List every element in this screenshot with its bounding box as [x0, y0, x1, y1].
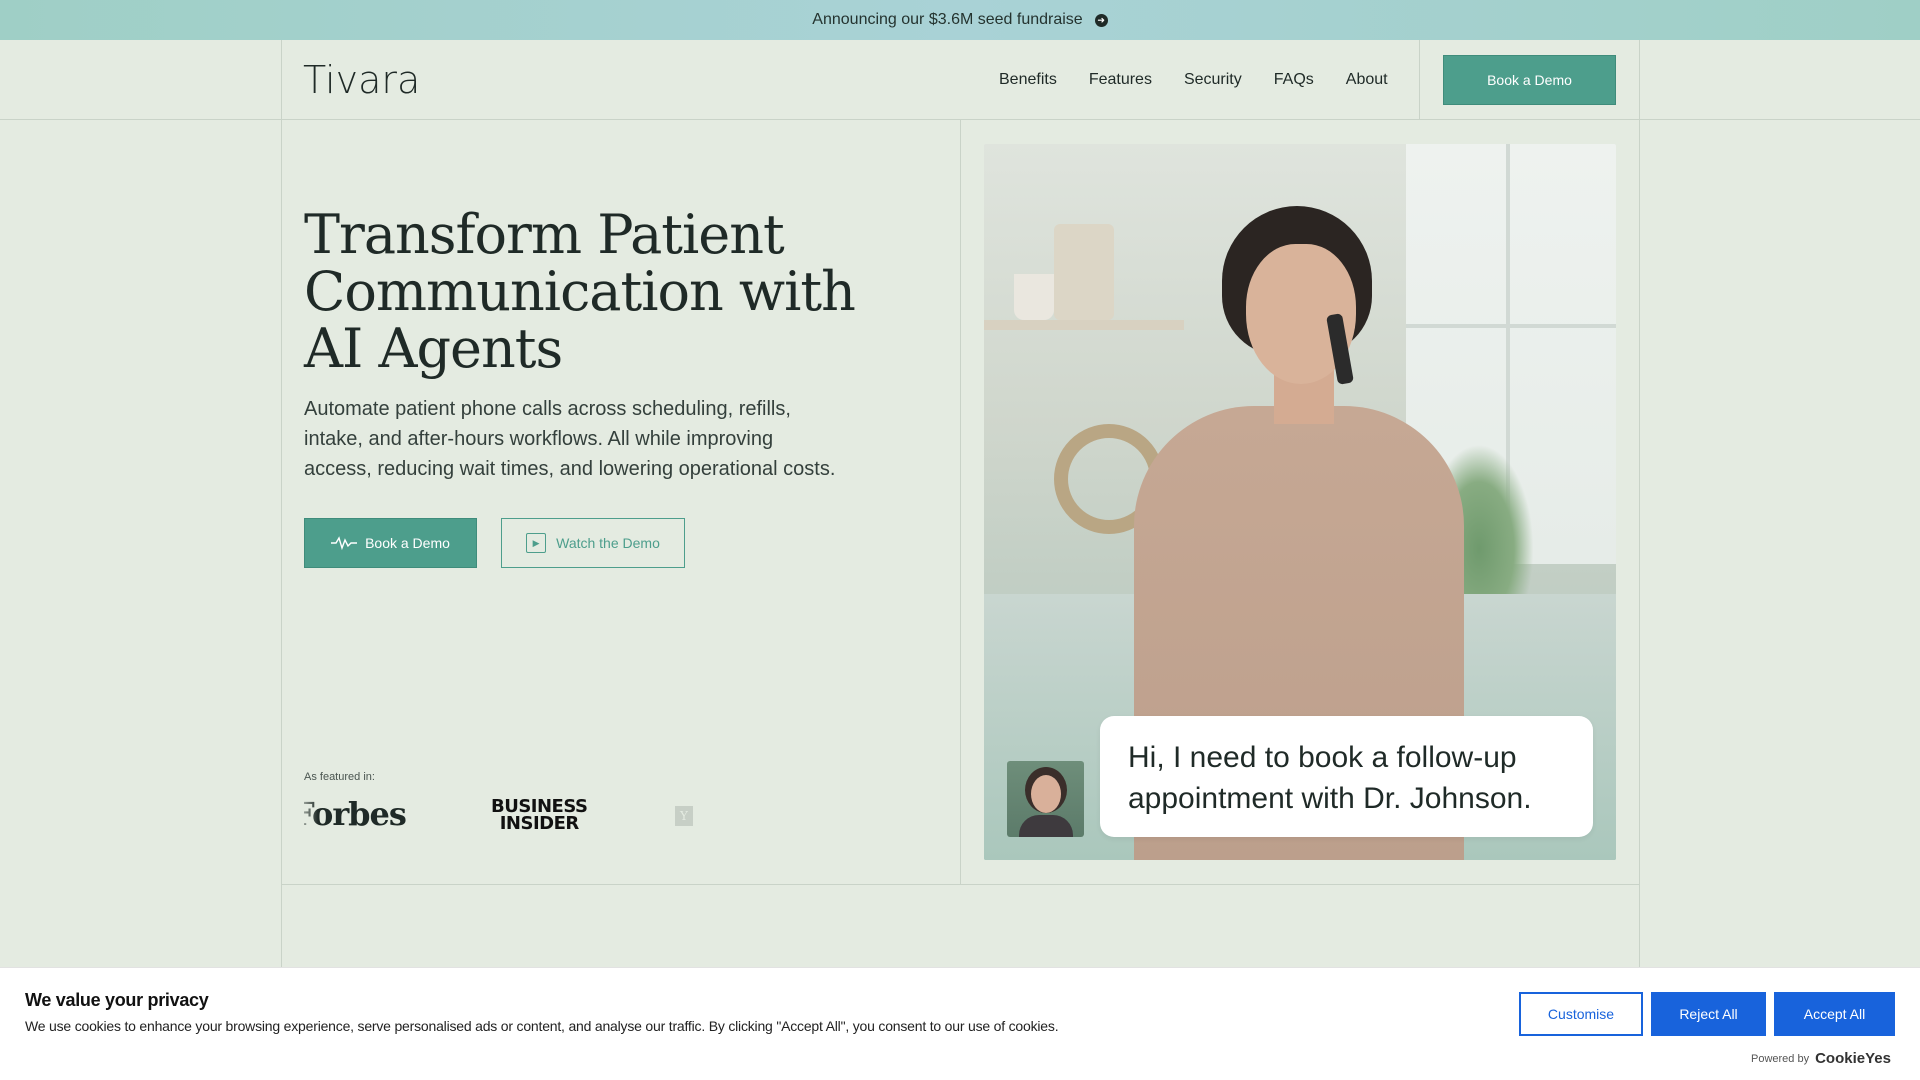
forbes-logo: Forbes — [304, 795, 407, 835]
hero-subtitle: Automate patient phone calls across sche… — [304, 398, 836, 480]
watch-demo-button[interactable]: ▶ Watch the Demo — [501, 518, 685, 568]
waveform-icon — [331, 536, 358, 550]
photo-jar — [1054, 224, 1114, 320]
reject-all-button[interactable]: Reject All — [1651, 992, 1766, 1036]
guide-line-mid — [960, 120, 961, 884]
guide-line-right — [1639, 40, 1640, 967]
arrow-right-icon: ➜ — [1094, 13, 1108, 27]
hero-title: Transform Patient Communication with AI … — [304, 203, 856, 380]
hero-book-demo-button[interactable]: Book a Demo — [304, 518, 477, 568]
accept-all-button[interactable]: Accept All — [1774, 992, 1895, 1036]
cookie-title: We value your privacy — [25, 990, 209, 1010]
play-icon: ▶ — [526, 533, 547, 553]
customise-button[interactable]: Customise — [1519, 992, 1643, 1036]
header-book-demo-button[interactable]: Book a Demo — [1443, 55, 1616, 105]
nav-benefits[interactable]: Benefits — [999, 71, 1057, 89]
featured-label: As featured in: — [304, 771, 375, 783]
featured-logos: Forbes BUSINESSINSIDER Y — [304, 795, 704, 835]
chat-avatar — [1007, 761, 1084, 837]
chat-bubble: Hi, I need to book a follow-up appointme… — [1100, 716, 1593, 837]
hero-book-demo-label: Book a Demo — [365, 535, 450, 551]
partial-logo: Y — [675, 806, 693, 826]
photo-shelf — [984, 320, 1184, 330]
main-nav: Benefits Features Security FAQs About — [999, 40, 1388, 120]
watch-demo-label: Watch the Demo — [556, 535, 660, 551]
cookie-text: We use cookies to enhance your browsing … — [25, 1018, 1059, 1034]
site-header: Tivara Benefits Features Security FAQs A… — [281, 40, 1640, 120]
cookie-banner: We value your privacy We use cookies to … — [0, 967, 1920, 1080]
nav-features[interactable]: Features — [1089, 71, 1152, 89]
photo-cup — [1014, 274, 1054, 320]
powered-by: Powered by CookieYes — [1751, 1050, 1891, 1067]
nav-about[interactable]: About — [1346, 71, 1388, 89]
nav-faqs[interactable]: FAQs — [1274, 71, 1314, 89]
hero-buttons: Book a Demo ▶ Watch the Demo — [304, 518, 685, 568]
announcement-text: Announcing our $3.6M seed fundraise — [812, 11, 1083, 28]
cookieyes-logo[interactable]: CookieYes — [1815, 1050, 1891, 1067]
powered-by-label: Powered by — [1751, 1052, 1810, 1065]
guide-line-left — [281, 40, 282, 967]
business-insider-logo: BUSINESS INSIDER — [491, 796, 588, 834]
nav-security[interactable]: Security — [1184, 71, 1242, 89]
announcement-bar[interactable]: Announcing our $3.6M seed fundraise ➜ — [0, 0, 1920, 40]
hero-divider — [281, 884, 1640, 885]
site-logo[interactable]: Tivara — [303, 58, 420, 102]
